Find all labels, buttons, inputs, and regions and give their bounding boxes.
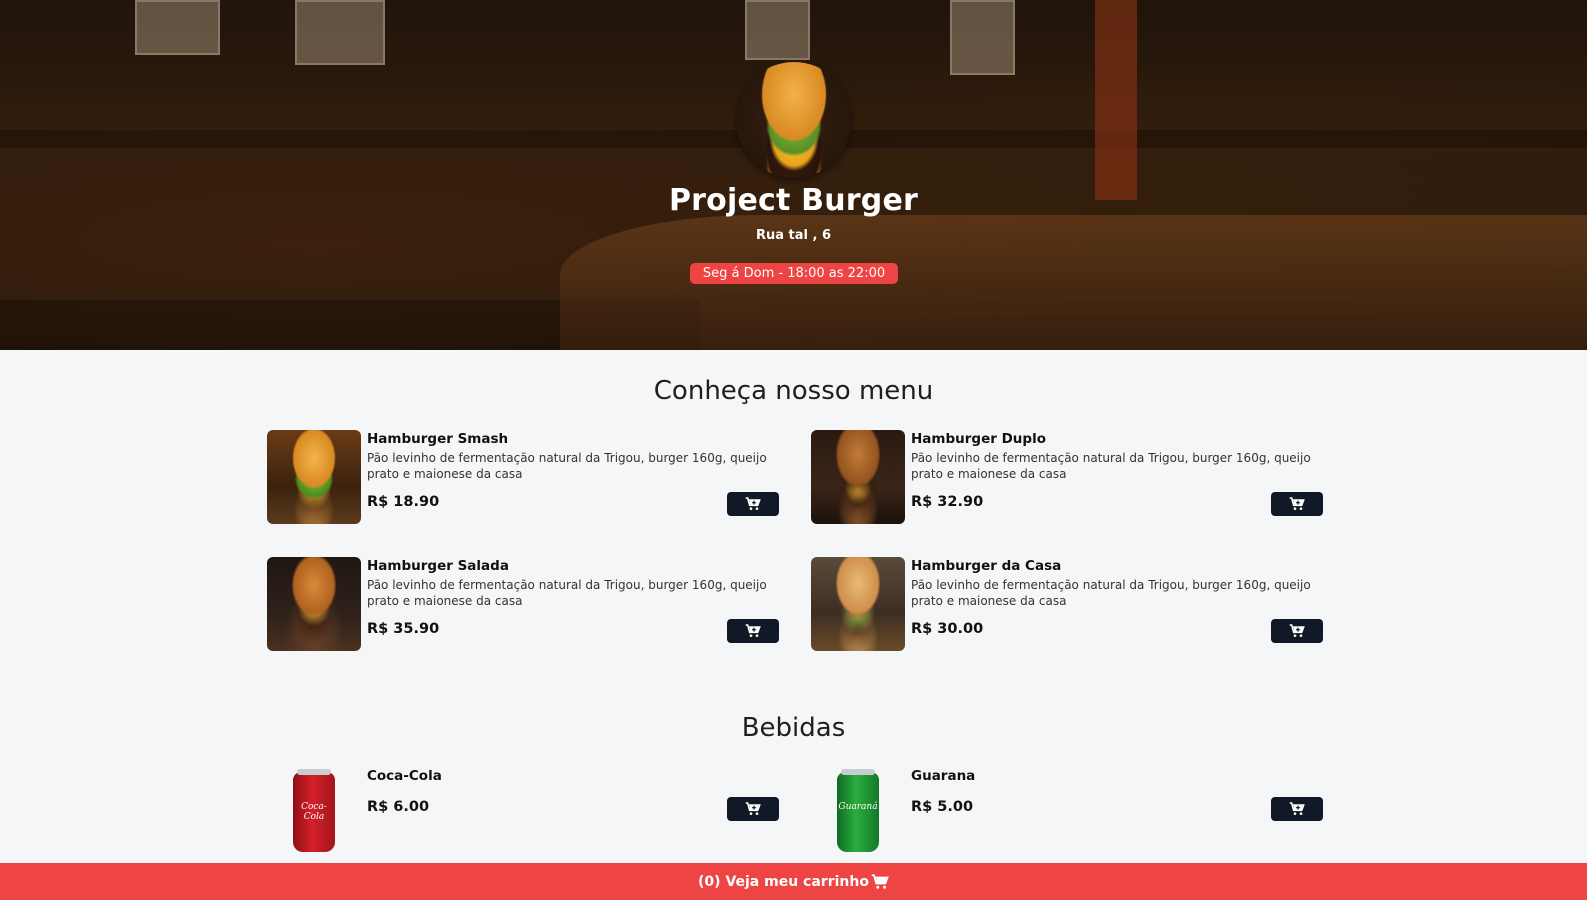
add-to-cart-button[interactable] — [727, 797, 779, 821]
item-name: Hamburger Salada — [367, 558, 509, 574]
cart-plus-icon — [745, 497, 761, 510]
hero-banner: Project Burger Rua tal , 6 Seg á Dom - 1… — [0, 0, 1587, 350]
view-cart-button[interactable]: (0) Veja meu carrinho — [698, 874, 889, 890]
item-name: Coca-Cola — [367, 768, 442, 784]
wall-frame — [295, 0, 385, 65]
item-description: Pão levinho de fermentação natural da Tr… — [911, 578, 1311, 608]
menu-item: Hamburger Duplo Pão levinho de fermentaç… — [811, 430, 1323, 525]
burger-image — [811, 557, 905, 651]
drink-item: Coca-Cola Coca-Cola R$ 6.00 — [267, 765, 779, 860]
restaurant-address: Rua tal , 6 — [755, 228, 832, 243]
wall-frame — [950, 0, 1015, 75]
item-description: Pão levinho de fermentação natural da Tr… — [367, 578, 767, 608]
cart-footer: (0) Veja meu carrinho — [0, 863, 1587, 900]
guarana-can-icon: Guaraná — [837, 769, 879, 852]
burger-image — [267, 430, 361, 524]
restaurant-logo — [736, 62, 852, 178]
decor-pillar — [1095, 0, 1137, 200]
item-price: R$ 18.90 — [367, 494, 440, 510]
cart-plus-icon — [1289, 802, 1305, 815]
cart-plus-icon — [1289, 497, 1305, 510]
drink-image: Guaraná — [811, 765, 905, 859]
cart-plus-icon — [745, 802, 761, 815]
add-to-cart-button[interactable] — [1271, 797, 1323, 821]
add-to-cart-button[interactable] — [1271, 619, 1323, 643]
item-description: Pão levinho de fermentação natural da Tr… — [911, 451, 1311, 481]
view-cart-label: (0) Veja meu carrinho — [698, 873, 869, 890]
menu-item: Hamburger da Casa Pão levinho de ferment… — [811, 557, 1323, 652]
menu-title: Conheça nosso menu — [653, 376, 934, 406]
item-price: R$ 6.00 — [367, 799, 430, 815]
menu-item: Hamburger Smash Pão levinho de fermentaç… — [267, 430, 779, 525]
cart-plus-icon — [745, 624, 761, 637]
can-logo: Guaraná — [838, 802, 878, 812]
item-name: Hamburger Duplo — [911, 431, 1046, 447]
cart-icon — [871, 873, 889, 889]
item-price: R$ 35.90 — [367, 621, 440, 637]
item-price: R$ 5.00 — [911, 799, 974, 815]
item-name: Hamburger Smash — [367, 431, 509, 447]
item-price: R$ 30.00 — [911, 621, 984, 637]
restaurant-name: Project Burger — [668, 183, 919, 218]
add-to-cart-button[interactable] — [727, 619, 779, 643]
add-to-cart-button[interactable] — [1271, 492, 1323, 516]
menu-item: Hamburger Salada Pão levinho de fermenta… — [267, 557, 779, 652]
burger-image — [811, 430, 905, 524]
wall-frame — [135, 0, 220, 55]
wall-frame — [745, 0, 810, 60]
drinks-title: Bebidas — [741, 713, 846, 743]
drink-image: Coca-Cola — [267, 765, 361, 859]
item-name: Hamburger da Casa — [911, 558, 1062, 574]
item-name: Guarana — [911, 768, 976, 784]
item-price: R$ 32.90 — [911, 494, 984, 510]
drink-item: Guaraná Guarana R$ 5.00 — [811, 765, 1323, 860]
cart-plus-icon — [1289, 624, 1305, 637]
item-description: Pão levinho de fermentação natural da Tr… — [367, 451, 767, 481]
burger-image — [267, 557, 361, 651]
can-logo: Coca-Cola — [301, 802, 327, 822]
coca-cola-can-icon: Coca-Cola — [293, 769, 335, 852]
add-to-cart-button[interactable] — [727, 492, 779, 516]
opening-hours-badge: Seg á Dom - 18:00 as 22:00 — [690, 263, 898, 284]
